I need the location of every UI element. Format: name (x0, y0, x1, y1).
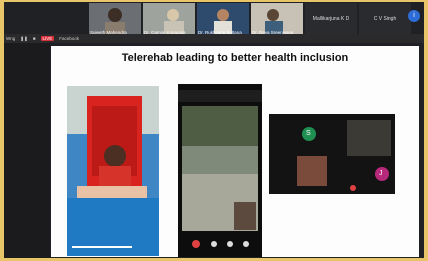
meeting-window: Sujeeth Mahendra Dr. Gamini Konagala Dr.… (4, 2, 424, 258)
phone-video-call (178, 84, 262, 257)
participant-tile[interactable]: Mallikarjuna K D (305, 3, 357, 35)
participant-tile[interactable]: Dr. Rukhsana Sultana (197, 3, 249, 35)
pause-icon[interactable]: ❚❚ (20, 36, 28, 42)
avatar-j: J (379, 170, 383, 177)
participant-tile[interactable]: C V Singh (359, 3, 411, 35)
video-call-screen: S J (269, 114, 395, 194)
participant-tile[interactable]: Dr. Gamini Konagala (143, 3, 195, 35)
side-panel (4, 43, 50, 258)
therapy-image (67, 86, 159, 256)
stream-toolbar: Wng ❚❚ ■ LIVE Facebook (4, 34, 424, 43)
child-therapy-video (67, 86, 159, 256)
stream-source[interactable]: Facebook (59, 36, 79, 41)
avatar-s: S (306, 130, 311, 137)
stop-icon[interactable]: ■ (33, 36, 36, 41)
slide-title: Telerehab leading to better health inclu… (121, 52, 349, 64)
participant-name: C V Singh (373, 16, 397, 22)
live-badge: LIVE (40, 36, 55, 41)
toolbar-label: Wng (6, 36, 16, 41)
participant-name: Mallikarjuna K D (312, 16, 350, 22)
participant-tile[interactable]: Sujeeth Mahendra (89, 3, 141, 35)
shared-slide: Telerehab leading to better health inclu… (51, 46, 419, 257)
participant-tile[interactable]: Dr. Deva Sreenivasa (251, 3, 303, 35)
info-icon[interactable]: i (408, 10, 420, 22)
phone-screen (178, 84, 262, 257)
participant-strip: Sujeeth Mahendra Dr. Gamini Konagala Dr.… (89, 3, 411, 35)
call-screen (269, 114, 395, 194)
